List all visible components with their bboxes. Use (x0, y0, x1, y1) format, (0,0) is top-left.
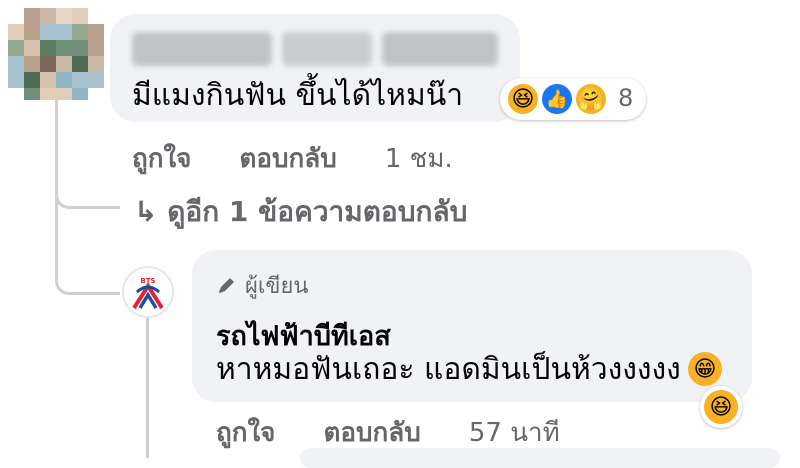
like-button[interactable]: ถูกใจ (216, 418, 275, 448)
avatar-pixel (40, 88, 56, 100)
comment-text: มีแมงกินฟัน ขึ้นได้ไหมน๊า (132, 78, 464, 113)
avatar-pixel (40, 56, 56, 72)
avatar-pixel (24, 88, 40, 100)
avatar-pixel (56, 56, 72, 72)
reply-thread-line (146, 318, 149, 458)
thread-branch (55, 180, 120, 209)
avatar-pixel (56, 72, 72, 88)
avatar-pixel (56, 24, 72, 40)
timestamp[interactable]: 1 ชม. (385, 144, 453, 174)
blurred-author-name[interactable] (132, 32, 498, 66)
reaction-count: 8 (618, 84, 634, 112)
avatar-pixel (40, 8, 56, 24)
avatar-pixel (40, 40, 56, 56)
reaction-summary[interactable]: 😆 👍 🤗 8 (500, 78, 646, 120)
haha-icon: 😆 (704, 390, 738, 424)
avatar-pixel (8, 40, 24, 56)
haha-icon: 😆 (506, 82, 540, 116)
reply-button[interactable]: ตอบกลับ (324, 418, 421, 448)
avatar-pixel (72, 56, 88, 72)
avatar-pixel (8, 56, 24, 72)
comment-actions: ถูกใจ ตอบกลับ 1 ชม. (132, 138, 453, 179)
avatar-pixel (72, 40, 88, 56)
thread-branch (55, 250, 120, 295)
avatar-pixel (88, 8, 104, 24)
avatar-pixel (56, 40, 72, 56)
reply-text: หาหมอฟันเถอะ แอดมินเป็นห้วงงงงง (216, 352, 681, 387)
bts-logo-icon: BTS (132, 277, 164, 310)
reply-button[interactable]: ตอบกลับ (240, 144, 337, 174)
avatar-pixel (24, 56, 40, 72)
avatar-pixel (8, 24, 24, 40)
avatar-pixel (8, 8, 24, 24)
avatar-pixel (40, 72, 56, 88)
avatar-pixel (72, 8, 88, 24)
avatar-pixel (88, 56, 104, 72)
avatar[interactable] (8, 8, 104, 100)
avatar-pixel (24, 40, 40, 56)
reply-reaction[interactable]: 😆 (700, 386, 742, 428)
avatar-pixel (88, 40, 104, 56)
pen-icon (219, 278, 234, 293)
like-icon: 👍 (540, 82, 574, 116)
author-badge-label: ผู้เขียน (245, 274, 309, 299)
avatar-pixel (88, 72, 104, 88)
avatar-pixel (8, 88, 24, 100)
reply-actions: ถูกใจ ตอบกลับ 57 นาที (216, 412, 560, 453)
avatar-pixel (88, 88, 104, 100)
avatar-pixel (8, 72, 24, 88)
avatar-pixel (72, 72, 88, 88)
avatar-pixel (56, 88, 72, 100)
avatar-pixel (56, 8, 72, 24)
next-comment-bubble (300, 448, 780, 468)
author-badge: ผู้เขียน (216, 268, 308, 303)
avatar-pixel (40, 24, 56, 40)
avatar-pixel (24, 24, 40, 40)
bts-logo-avatar[interactable]: BTS (122, 266, 174, 318)
view-more-replies-link[interactable]: ↳ ดูอีก 1 ข้อความตอบกลับ (134, 190, 467, 234)
avatar-pixel (88, 24, 104, 40)
timestamp[interactable]: 57 นาที (469, 418, 560, 448)
avatar-pixel (24, 8, 40, 24)
like-button[interactable]: ถูกใจ (132, 144, 191, 174)
avatar-pixel (24, 72, 40, 88)
avatar-pixel (72, 88, 88, 100)
grin-emoji-icon: 😁 (688, 352, 722, 386)
care-icon: 🤗 (574, 82, 608, 116)
avatar-pixel (72, 24, 88, 40)
